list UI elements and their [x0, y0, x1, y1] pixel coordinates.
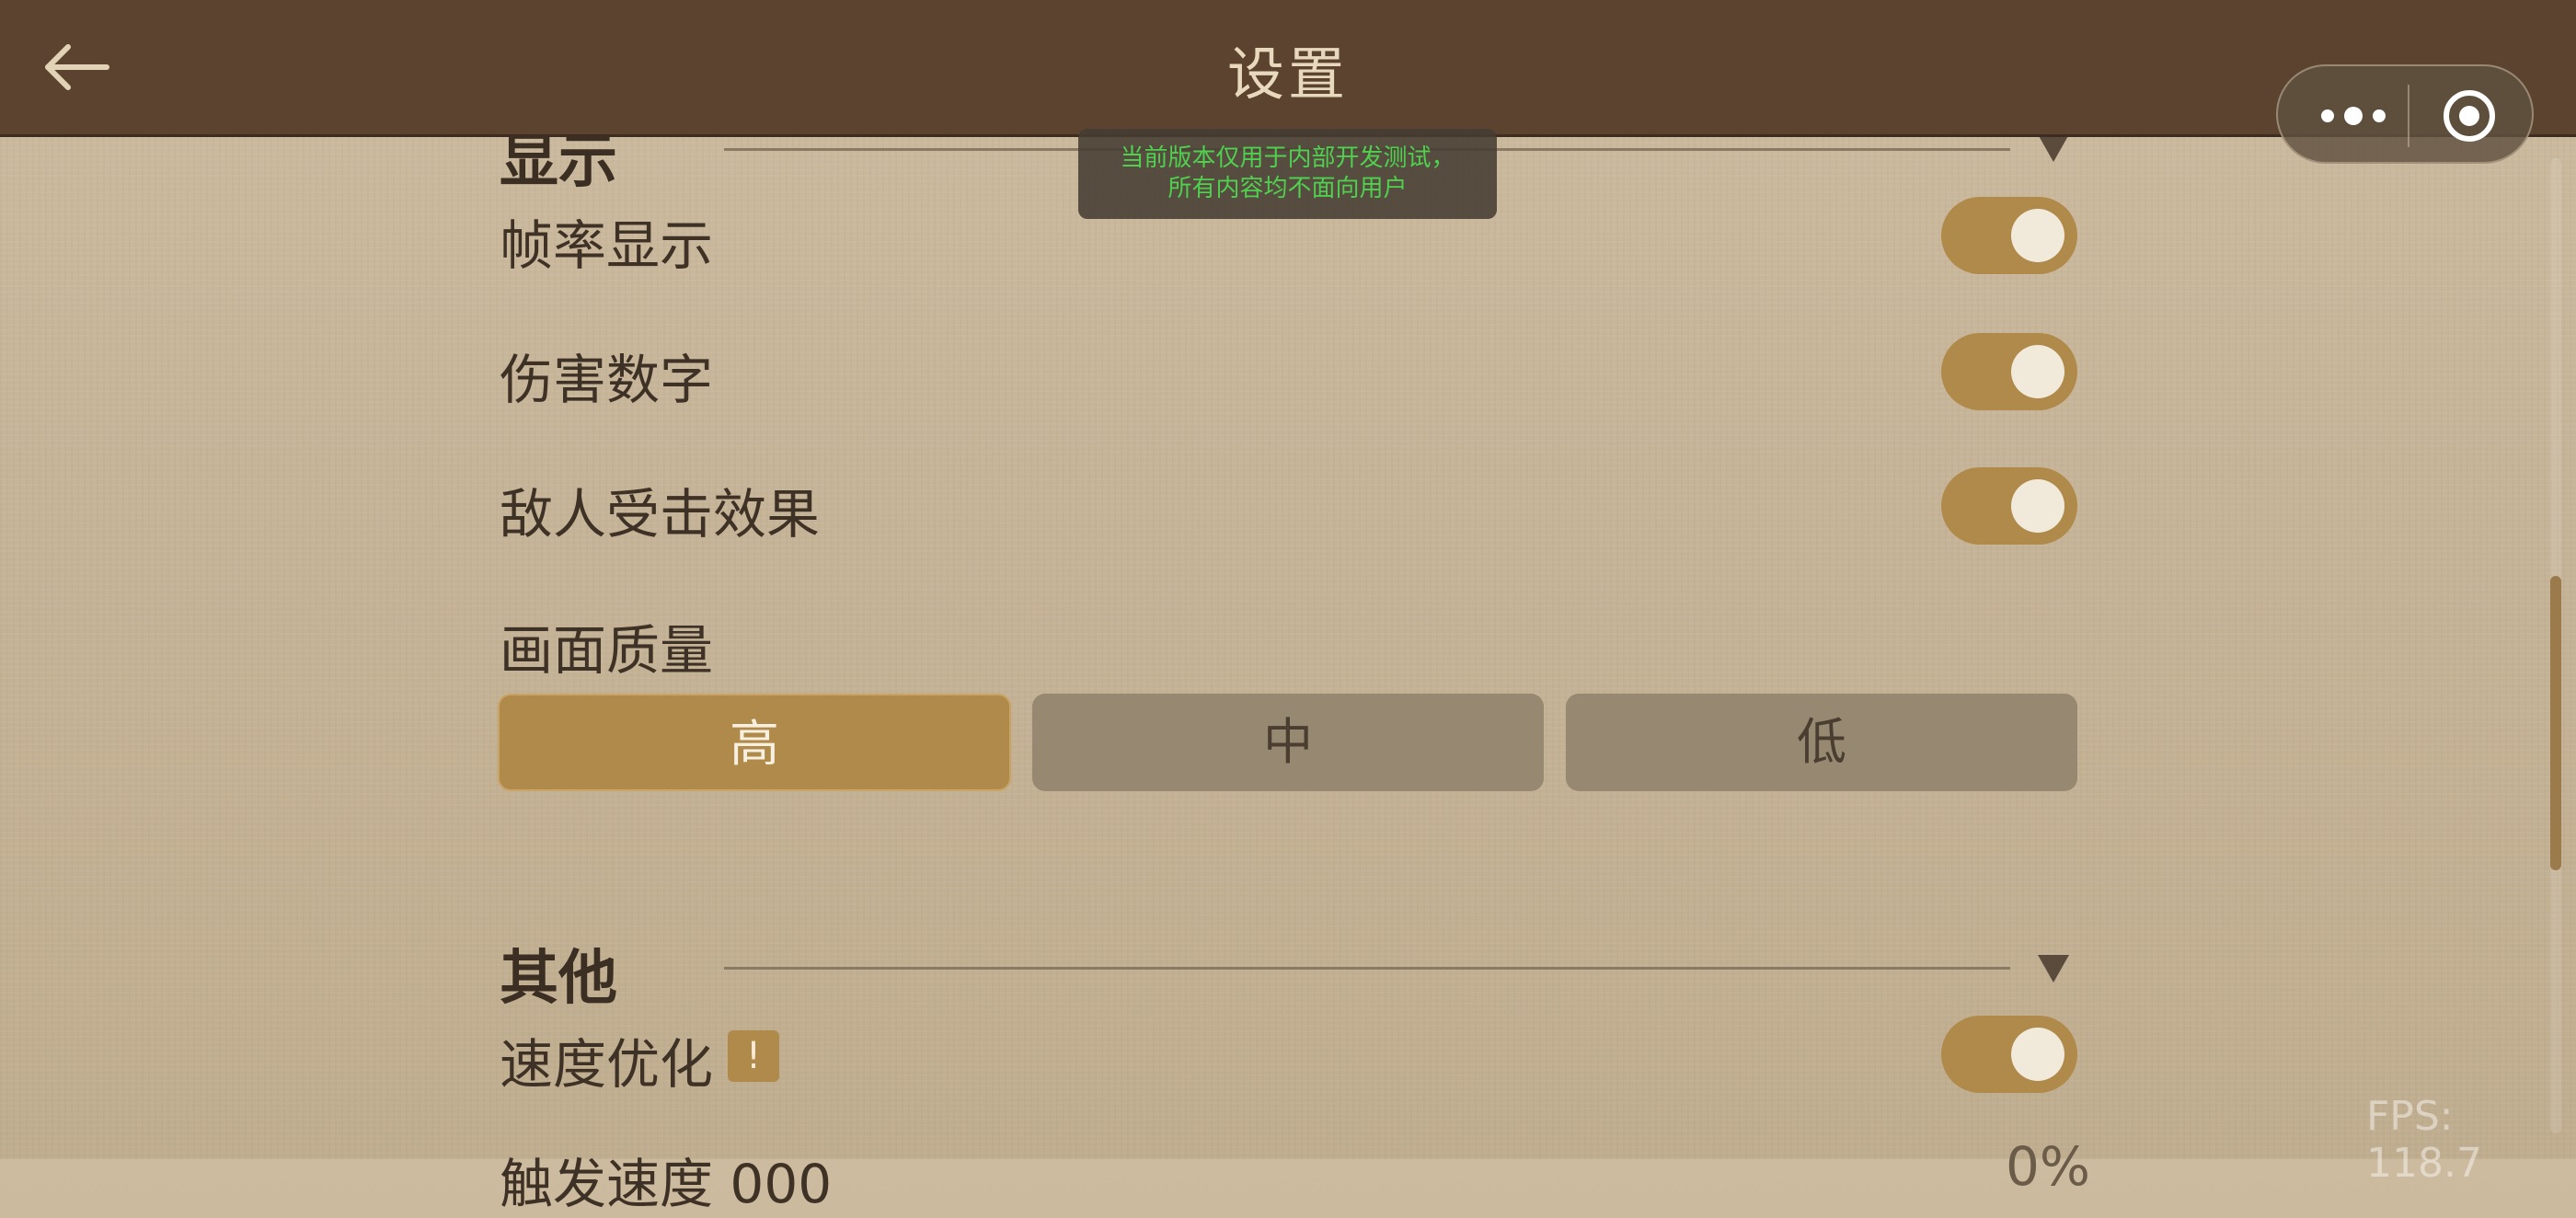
toast-line-1: 当前版本仅用于内部开发测试， — [1120, 144, 1455, 172]
section-divider — [724, 967, 2010, 970]
capsule-divider — [2408, 85, 2409, 147]
toggle-knob — [2011, 209, 2064, 262]
toggle-enemy-hit[interactable] — [1941, 467, 2077, 545]
setting-label-damage-numbers: 伤害数字 — [500, 349, 714, 411]
collapse-triangle-icon[interactable] — [2038, 955, 2069, 982]
close-target-icon — [2444, 90, 2495, 142]
toast-line-2: 所有内容均不面向用户 — [1167, 175, 1408, 202]
top-bar: 设置 — [0, 0, 2576, 137]
dev-notice-toast: 当前版本仅用于内部开发测试， 所有内容均不面向用户 — [1078, 129, 1497, 219]
warning-badge[interactable]: ! — [728, 1030, 779, 1082]
fps-counter: FPS: 118.7 — [2366, 1093, 2482, 1187]
close-button[interactable] — [2434, 86, 2504, 145]
setting-label-enemy-hit: 敌人受击效果 — [500, 483, 821, 546]
setting-label-framerate: 帧率显示 — [500, 214, 714, 277]
toggle-framerate[interactable] — [1941, 197, 2077, 274]
toggle-knob — [2011, 1028, 2064, 1081]
setting-label-quality: 画面质量 — [500, 619, 714, 682]
toggle-knob — [2011, 479, 2064, 533]
collapse-triangle-icon[interactable] — [2038, 134, 2069, 162]
setting-label-speed-opt: 速度优化 — [500, 1033, 714, 1096]
toggle-speed-opt[interactable] — [1941, 1016, 2077, 1093]
page-title: 设置 — [1226, 40, 1349, 108]
capsule-menu — [2276, 64, 2534, 164]
section-title-other: 其他 — [500, 945, 617, 1013]
setting-value-partial: 0% — [2006, 1135, 2091, 1198]
toggle-damage-numbers[interactable] — [1941, 333, 2077, 410]
quality-option-medium[interactable]: 中 — [1032, 694, 1544, 791]
toggle-knob — [2011, 345, 2064, 398]
quality-option-high[interactable]: 高 — [498, 694, 1011, 791]
scrollbar-thumb[interactable] — [2550, 576, 2561, 870]
more-button[interactable] — [2311, 86, 2396, 145]
quality-option-low[interactable]: 低 — [1566, 694, 2077, 791]
more-dots-icon — [2321, 107, 2386, 125]
setting-label-partial: 触发速度 000 — [500, 1153, 833, 1215]
